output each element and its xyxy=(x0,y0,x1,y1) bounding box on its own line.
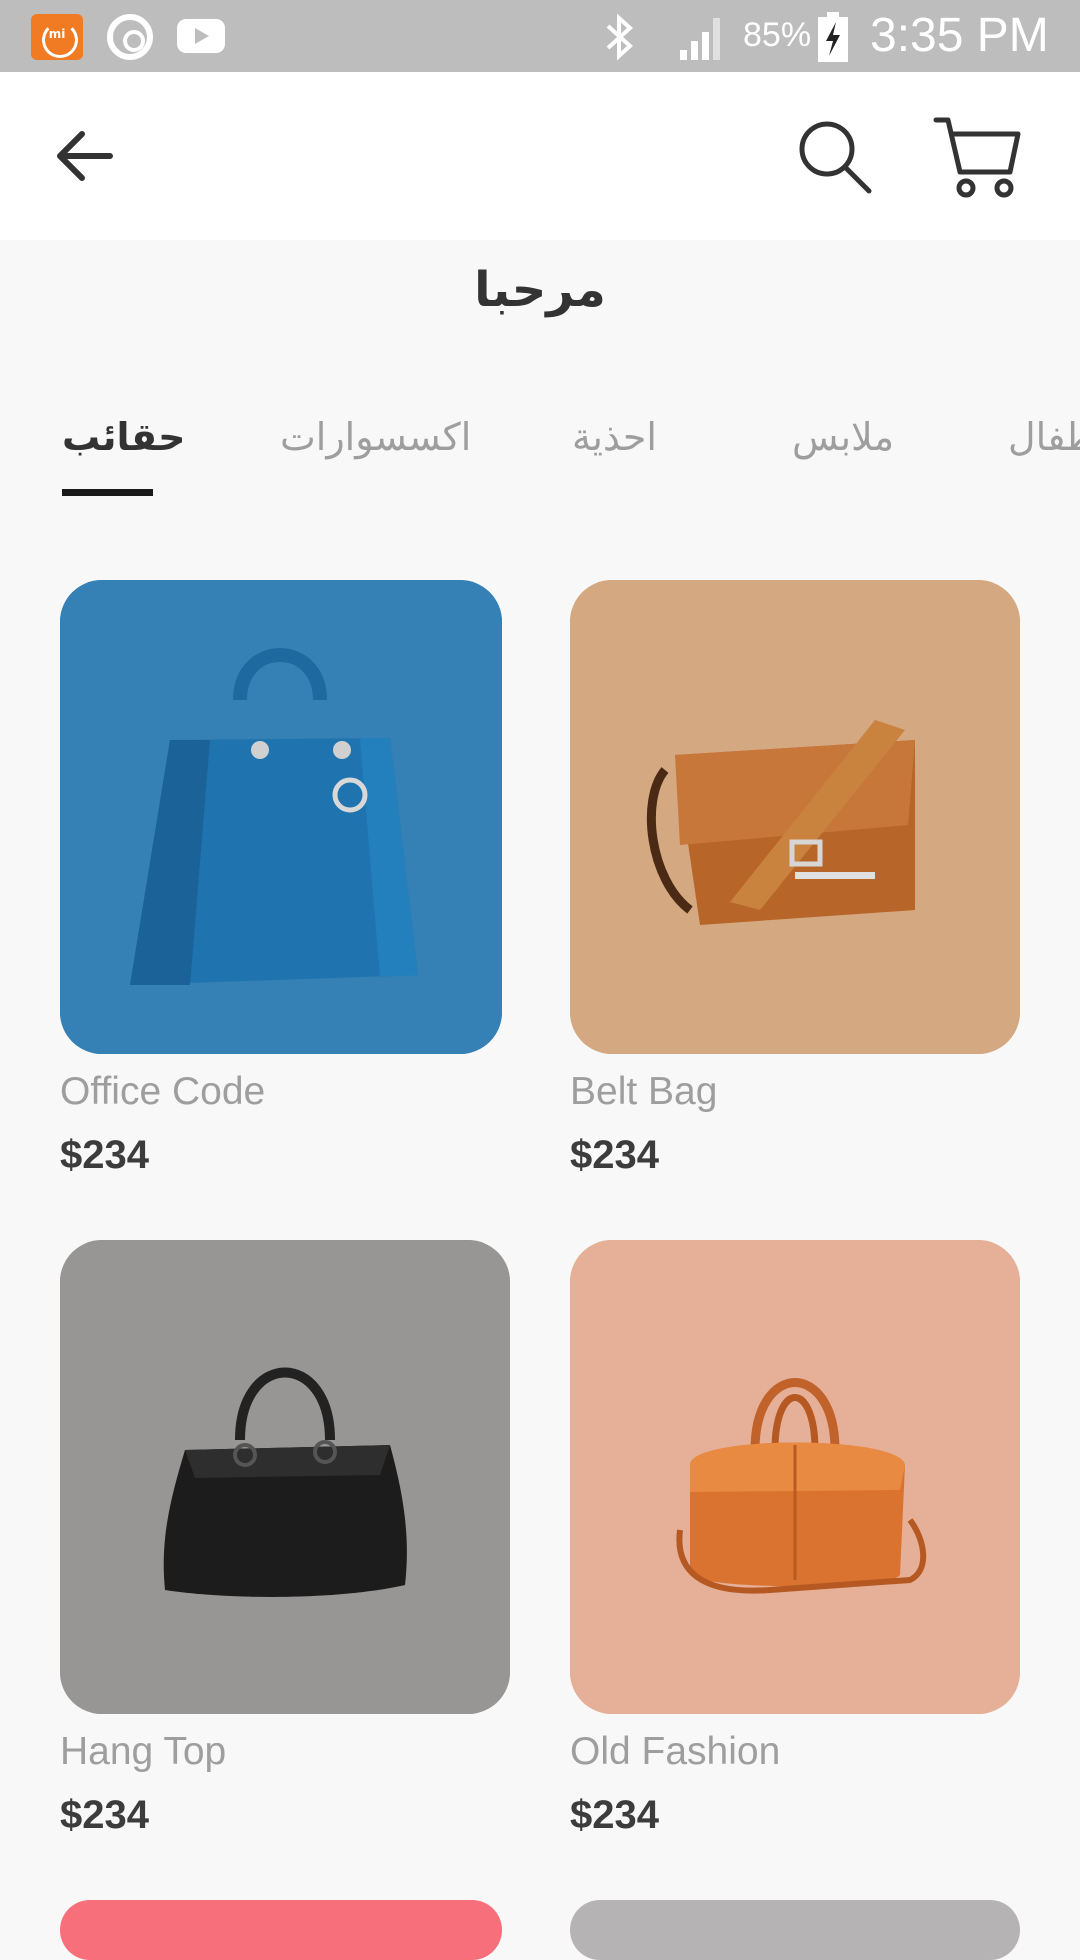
search-icon[interactable] xyxy=(795,117,873,195)
tab-kids[interactable]: اطفال xyxy=(1008,415,1080,459)
product-card-partial[interactable] xyxy=(60,1900,502,1960)
youtube-icon xyxy=(177,19,225,53)
product-name: Belt Bag xyxy=(570,1070,718,1113)
brown-messenger-bag-image xyxy=(570,580,1020,1054)
product-price: $234 xyxy=(570,1133,659,1177)
bluetooth-icon xyxy=(606,13,633,61)
active-tab-indicator xyxy=(62,489,153,496)
product-image[interactable] xyxy=(60,1240,510,1714)
battery-charging-icon xyxy=(818,12,848,62)
tab-accessories[interactable]: اكسسوارات xyxy=(280,415,471,459)
product-image[interactable] xyxy=(570,580,1020,1054)
product-name: Office Code xyxy=(60,1070,266,1113)
signal-icon xyxy=(680,18,720,60)
product-card-partial[interactable] xyxy=(570,1900,1020,1960)
clock: 3:35 PM xyxy=(870,9,1049,62)
tab-shoes[interactable]: احذية xyxy=(572,415,657,459)
product-image[interactable] xyxy=(570,1240,1020,1714)
product-price: $234 xyxy=(60,1793,149,1837)
product-name: Old Fashion xyxy=(570,1730,781,1773)
product-card[interactable]: Hang Top $234 xyxy=(60,1240,510,1840)
tab-bags[interactable]: حقائب xyxy=(62,415,186,459)
sync-icon xyxy=(107,14,153,60)
product-card[interactable]: Office Code $234 xyxy=(60,580,502,1180)
mi-icon: mi xyxy=(31,14,83,60)
product-card[interactable]: Old Fashion $234 xyxy=(570,1240,1020,1840)
back-arrow-icon[interactable] xyxy=(52,124,116,188)
status-bar: mi 85% 3:35 PM xyxy=(0,0,1080,72)
black-handbag-image xyxy=(60,1240,510,1714)
cart-icon[interactable] xyxy=(932,114,1022,198)
app-bar xyxy=(0,72,1080,240)
product-image[interactable] xyxy=(60,580,502,1054)
product-name: Hang Top xyxy=(60,1730,227,1773)
tab-clothes[interactable]: ملابس xyxy=(792,415,894,459)
greeting-title: مرحبا xyxy=(474,262,606,318)
battery-percent: 85% xyxy=(743,16,812,54)
orange-duffle-bag-image xyxy=(570,1240,1020,1714)
blue-handbag-image xyxy=(60,580,502,1054)
category-tabs: حقائب اكسسوارات احذية ملابس اطفال xyxy=(0,415,1080,515)
product-price: $234 xyxy=(570,1793,659,1837)
product-card[interactable]: Belt Bag $234 xyxy=(570,580,1020,1180)
product-price: $234 xyxy=(60,1133,149,1177)
